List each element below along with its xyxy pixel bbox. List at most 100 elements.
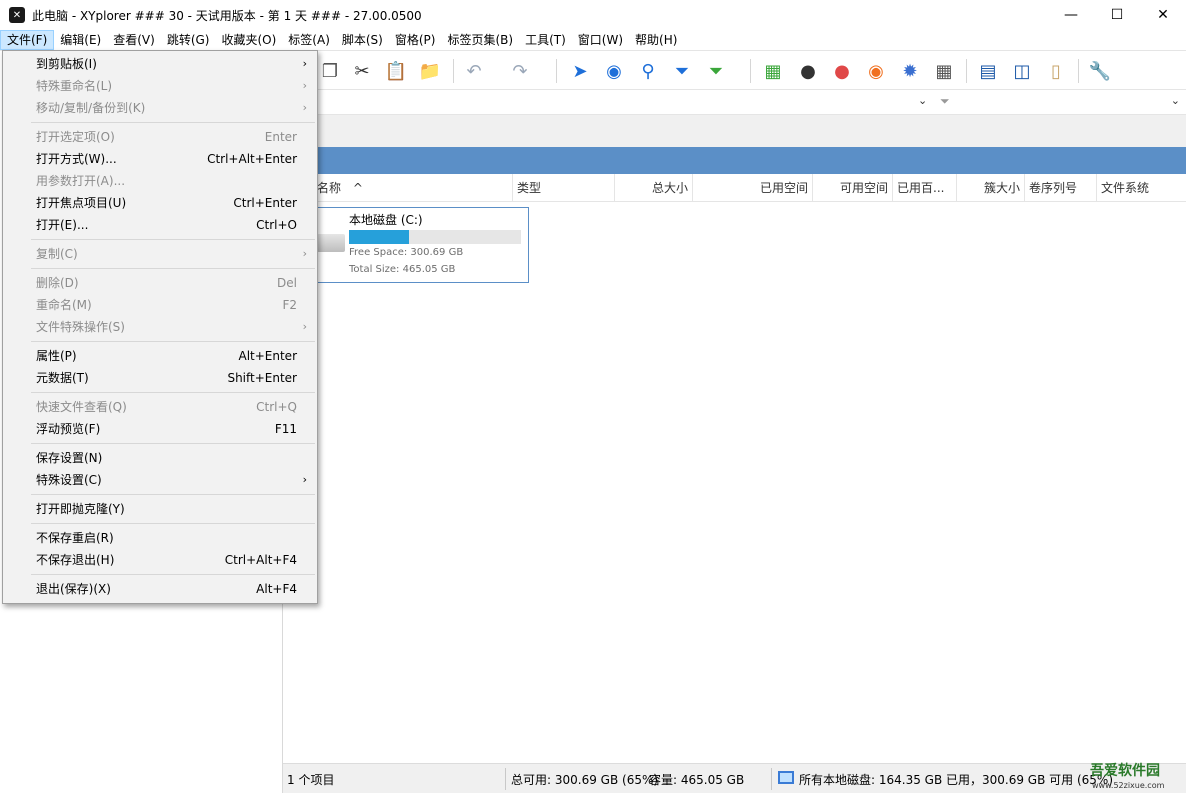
- chevron-right-icon: ›: [302, 57, 307, 70]
- chevron-right-icon: ›: [302, 473, 307, 486]
- file-menu-item[interactable]: 不保存退出(H) Ctrl+Alt+F4: [3, 549, 317, 571]
- chevron-down-icon[interactable]: ⌄: [1171, 94, 1180, 107]
- settings-badge-icon[interactable]: ✹: [898, 59, 922, 83]
- file-menu-item[interactable]: 保存设置(N): [3, 447, 317, 469]
- file-menu-item: 打开选定项(O) Enter: [3, 126, 317, 148]
- copy-icon[interactable]: ❐: [318, 59, 342, 83]
- new-folder-icon[interactable]: 📁: [418, 59, 442, 83]
- dark-mode-icon[interactable]: ●: [796, 59, 820, 83]
- file-menu-item-label: 元数据(T): [36, 371, 89, 385]
- redo-icon[interactable]: ↷: [508, 59, 532, 83]
- file-menu-item[interactable]: 打开(E)... Ctrl+O: [3, 214, 317, 236]
- column-serial-number[interactable]: 卷序列号: [1025, 174, 1097, 202]
- menu-tabsets[interactable]: 标签页集(B): [441, 30, 519, 50]
- close-icon[interactable]: ✕: [1140, 0, 1186, 30]
- file-menu-item[interactable]: 特殊设置(C) ›: [3, 469, 317, 491]
- undo-icon[interactable]: ↶: [462, 59, 486, 83]
- file-menu-item[interactable]: 不保存重启(R): [3, 527, 317, 549]
- file-menu-item: 快速文件查看(Q) Ctrl+Q: [3, 396, 317, 418]
- hard-drive-icon: [317, 234, 345, 252]
- column-type[interactable]: 类型: [513, 174, 615, 202]
- toolbar-separator: [750, 59, 751, 83]
- menu-scripting[interactable]: 脚本(S): [336, 30, 389, 50]
- menu-window[interactable]: 窗口(W): [572, 30, 629, 50]
- filter-icon[interactable]: ⏷: [670, 59, 694, 83]
- file-menu-item: 复制(C) ›: [3, 243, 317, 265]
- file-menu-item-label: 不保存重启(R): [36, 531, 114, 545]
- tree-icon[interactable]: ▦: [761, 59, 785, 83]
- column-used-percent[interactable]: 已用百...: [893, 174, 957, 202]
- file-menu-item[interactable]: 属性(P) Alt+Enter: [3, 345, 317, 367]
- file-menu-item[interactable]: 元数据(T) Shift+Enter: [3, 367, 317, 389]
- tags-icon[interactable]: ◉: [864, 59, 888, 83]
- color-filter-icon[interactable]: ●: [830, 59, 854, 83]
- column-name[interactable]: 名称 ^: [313, 174, 513, 202]
- file-menu-item-shortcut: Del: [277, 276, 297, 290]
- drive-tile[interactable]: 本地磁盘 (C:) Free Space: 300.69 GB Total Si…: [310, 207, 529, 283]
- breadcrumb[interactable]: [318, 147, 1186, 174]
- filter-icon[interactable]: ⏷: [940, 94, 950, 109]
- column-used-space[interactable]: 已用空间: [693, 174, 813, 202]
- file-menu-item-label: 打开选定项(O): [36, 130, 115, 144]
- status-capacity: 容量: 465.05 GB: [649, 773, 745, 787]
- file-menu-item[interactable]: 退出(保存)(X) Alt+F4: [3, 578, 317, 600]
- column-cluster-size[interactable]: 簇大小: [957, 174, 1025, 202]
- file-menu-item-label: 文件特殊操作(S): [36, 320, 125, 334]
- details-view-icon[interactable]: ▦: [932, 59, 956, 83]
- file-menu-item-shortcut: Ctrl+Q: [256, 400, 297, 414]
- xyplorer-logo-icon[interactable]: ✕: [9, 7, 25, 23]
- status-bar: 1 个项目 总可用: 300.69 GB (65%) 容量: 465.05 GB…: [283, 763, 1186, 793]
- file-menu-item-label: 打开方式(W)...: [36, 152, 117, 166]
- column-total-size[interactable]: 总大小: [615, 174, 693, 202]
- sort-ascending-icon: ^: [352, 181, 363, 195]
- file-menu-item-shortcut: Ctrl+O: [256, 218, 297, 232]
- file-menu-item[interactable]: 打开即抛克隆(Y): [3, 498, 317, 520]
- column-free-space[interactable]: 可用空间: [813, 174, 893, 202]
- tools-icon[interactable]: 🔧: [1088, 59, 1112, 83]
- file-menu-item-label: 保存设置(N): [36, 451, 103, 465]
- status-separator: [505, 768, 506, 790]
- menu-go[interactable]: 跳转(G): [161, 30, 216, 50]
- menu-file[interactable]: 文件(F): [0, 30, 55, 50]
- minimize-icon[interactable]: —: [1048, 0, 1094, 30]
- file-menu-item[interactable]: 到剪贴板(I) ›: [3, 53, 317, 75]
- menu-tools[interactable]: 工具(T): [519, 30, 572, 50]
- maximize-icon[interactable]: ☐: [1094, 0, 1140, 30]
- dual-pane-icon[interactable]: ▤: [976, 59, 1000, 83]
- info-panel-icon[interactable]: ▯: [1044, 59, 1068, 83]
- find-files-icon[interactable]: ◉: [602, 59, 626, 83]
- chevron-down-icon[interactable]: ⌄: [918, 94, 927, 107]
- menu-panes[interactable]: 窗格(P): [389, 30, 442, 50]
- file-menu-item: 文件特殊操作(S) ›: [3, 316, 317, 338]
- menu-tags[interactable]: 标签(A): [282, 30, 336, 50]
- file-menu-item-label: 不保存退出(H): [36, 553, 115, 567]
- menu-edit[interactable]: 编辑(E): [54, 30, 107, 50]
- menu-help[interactable]: 帮助(H): [629, 30, 683, 50]
- file-menu-item[interactable]: 浮动预览(F) F11: [3, 418, 317, 440]
- status-free: 总可用: 300.69 GB (65%): [511, 773, 659, 787]
- navigate-icon[interactable]: ➤: [568, 59, 592, 83]
- file-menu-item-label: 浮动预览(F): [36, 422, 101, 436]
- cut-icon[interactable]: ✂: [350, 59, 374, 83]
- chevron-right-icon: ›: [302, 320, 307, 333]
- toolbar-separator: [966, 59, 967, 83]
- drive-usage-bar: [349, 230, 521, 244]
- toolbar-separator: [556, 59, 557, 83]
- file-menu-dropdown: 到剪贴板(I) › 特殊重命名(L) › 移动/复制/备份到(K) › 打开选定项(O) En…: [2, 50, 318, 604]
- address-bar[interactable]: ⌄ ⏷ ⌄: [318, 89, 1186, 115]
- menu-favorites[interactable]: 收藏夹(O): [215, 30, 282, 50]
- menu-view[interactable]: 查看(V): [107, 30, 161, 50]
- column-file-system[interactable]: 文件系统: [1097, 174, 1175, 202]
- file-menu-item[interactable]: 打开方式(W)... Ctrl+Alt+Enter: [3, 148, 317, 170]
- window-controls: — ☐ ✕: [1048, 0, 1186, 30]
- chevron-right-icon: ›: [302, 79, 307, 92]
- file-menu-item-label: 退出(保存)(X): [36, 582, 111, 596]
- file-menu-item-shortcut: Enter: [264, 130, 297, 144]
- file-menu-item[interactable]: 打开焦点项目(U) Ctrl+Enter: [3, 192, 317, 214]
- preview-pane-icon[interactable]: ◫: [1010, 59, 1034, 83]
- file-menu-item-label: 快速文件查看(Q): [36, 400, 127, 414]
- paste-icon[interactable]: 📋: [384, 59, 408, 83]
- search-icon[interactable]: ⚲: [636, 59, 660, 83]
- visual-filter-icon[interactable]: ⏷: [704, 59, 728, 83]
- file-menu-item-label: 用参数打开(A)...: [36, 174, 126, 188]
